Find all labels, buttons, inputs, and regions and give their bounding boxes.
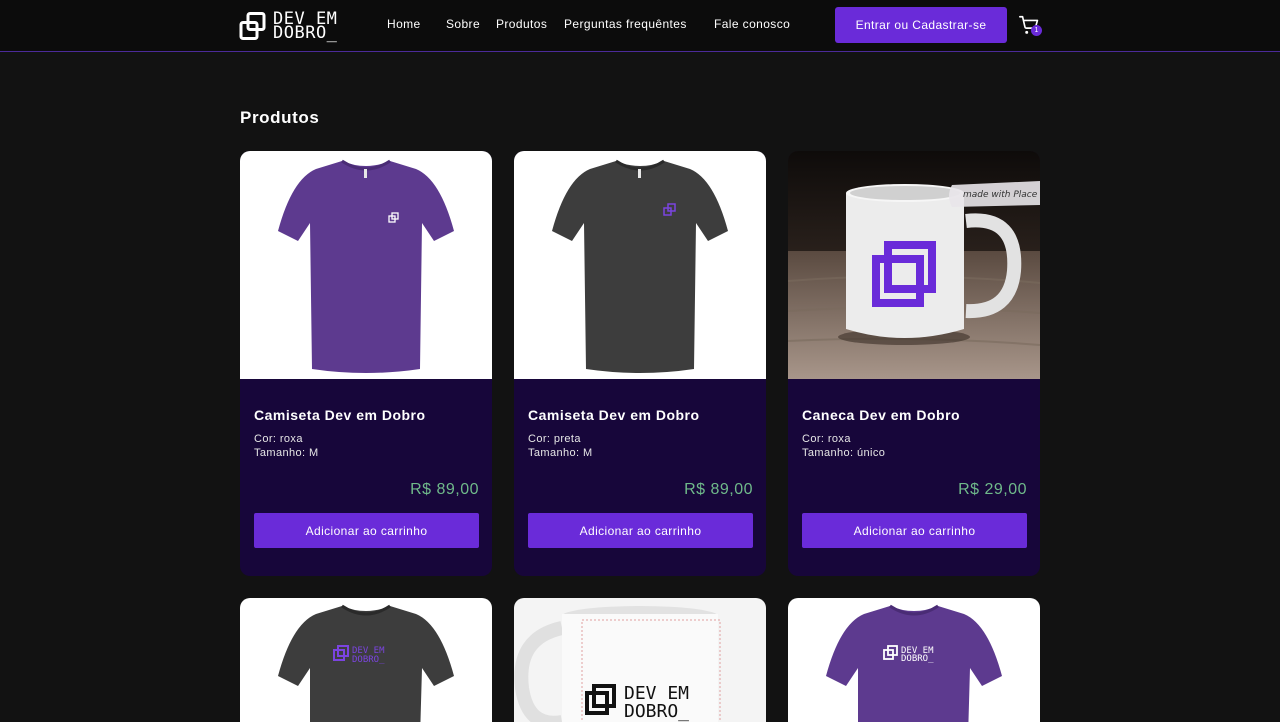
product-color: Cor: preta bbox=[528, 433, 581, 445]
nav-about[interactable]: Sobre bbox=[446, 17, 480, 31]
product-color: Cor: roxa bbox=[802, 433, 851, 445]
purple-tshirt-front-logo-image: DEV EM DOBRO_ bbox=[826, 604, 1002, 722]
brand-logo[interactable]: DEV EM DOBRO_ bbox=[239, 10, 337, 42]
nav-faq[interactable]: Perguntas frequêntes bbox=[564, 17, 687, 31]
nav-home[interactable]: Home bbox=[387, 17, 421, 31]
mug-logo-line-2: DOBRO_ bbox=[624, 701, 689, 722]
logo-line-2: DOBRO_ bbox=[273, 23, 338, 43]
black-tshirt-front-logo-image: DEV EM DOBRO_ bbox=[278, 604, 454, 722]
nav-products[interactable]: Produtos bbox=[496, 17, 547, 31]
product-name: Caneca Dev em Dobro bbox=[802, 407, 961, 423]
add-to-cart-button[interactable]: Adicionar ao carrinho bbox=[528, 513, 753, 548]
cart-button[interactable]: 1 bbox=[1018, 14, 1042, 38]
product-card[interactable]: DEV EM DOBRO_ bbox=[514, 598, 766, 722]
black-tshirt-image bbox=[552, 159, 728, 373]
product-price: R$ 89,00 bbox=[410, 481, 479, 498]
product-image[interactable]: made with Place bbox=[788, 151, 1040, 379]
product-name: Camiseta Dev em Dobro bbox=[254, 407, 426, 423]
purple-logo-mug-image: made with Place bbox=[788, 151, 1040, 379]
product-price: R$ 89,00 bbox=[684, 481, 753, 498]
product-name: Camiseta Dev em Dobro bbox=[528, 407, 700, 423]
shirt-logo-line-2: DOBRO_ bbox=[352, 655, 385, 665]
cart-count-badge: 1 bbox=[1031, 25, 1042, 36]
product-image[interactable] bbox=[514, 151, 766, 379]
logo-icon bbox=[239, 11, 266, 40]
top-header: DEV EM DOBRO_ Home Sobre Produtos Pergun… bbox=[0, 0, 1280, 52]
page-title: Produtos bbox=[240, 108, 320, 127]
product-color: Cor: roxa bbox=[254, 433, 303, 445]
product-size: Tamanho: único bbox=[802, 447, 886, 459]
watermark-text: made with Place bbox=[963, 190, 1038, 200]
product-card[interactable]: DEV EM DOBRO_ bbox=[240, 598, 492, 722]
login-signup-button[interactable]: Entrar ou Cadastrar-se bbox=[835, 7, 1007, 43]
white-mug-logo-image: DEV EM DOBRO_ bbox=[514, 606, 721, 722]
logo-wordmark: DEV EM DOBRO_ bbox=[273, 11, 338, 43]
nav-contact[interactable]: Fale conosco bbox=[714, 17, 790, 31]
product-card[interactable]: DEV EM DOBRO_ bbox=[788, 598, 1040, 722]
product-card: Camiseta Dev em Dobro Cor: preta Tamanho… bbox=[514, 151, 766, 576]
add-to-cart-button[interactable]: Adicionar ao carrinho bbox=[254, 513, 479, 548]
product-card: made with Place Caneca Dev em Dobro Cor:… bbox=[788, 151, 1040, 576]
purple-tshirt-image bbox=[278, 159, 454, 373]
product-image[interactable] bbox=[240, 151, 492, 379]
add-to-cart-button[interactable]: Adicionar ao carrinho bbox=[802, 513, 1027, 548]
product-size: Tamanho: M bbox=[254, 447, 319, 459]
product-size: Tamanho: M bbox=[528, 447, 593, 459]
product-card: Camiseta Dev em Dobro Cor: roxa Tamanho:… bbox=[240, 151, 492, 576]
shirt-logo-line-2: DOBRO_ bbox=[901, 654, 934, 664]
product-price: R$ 29,00 bbox=[958, 481, 1027, 498]
